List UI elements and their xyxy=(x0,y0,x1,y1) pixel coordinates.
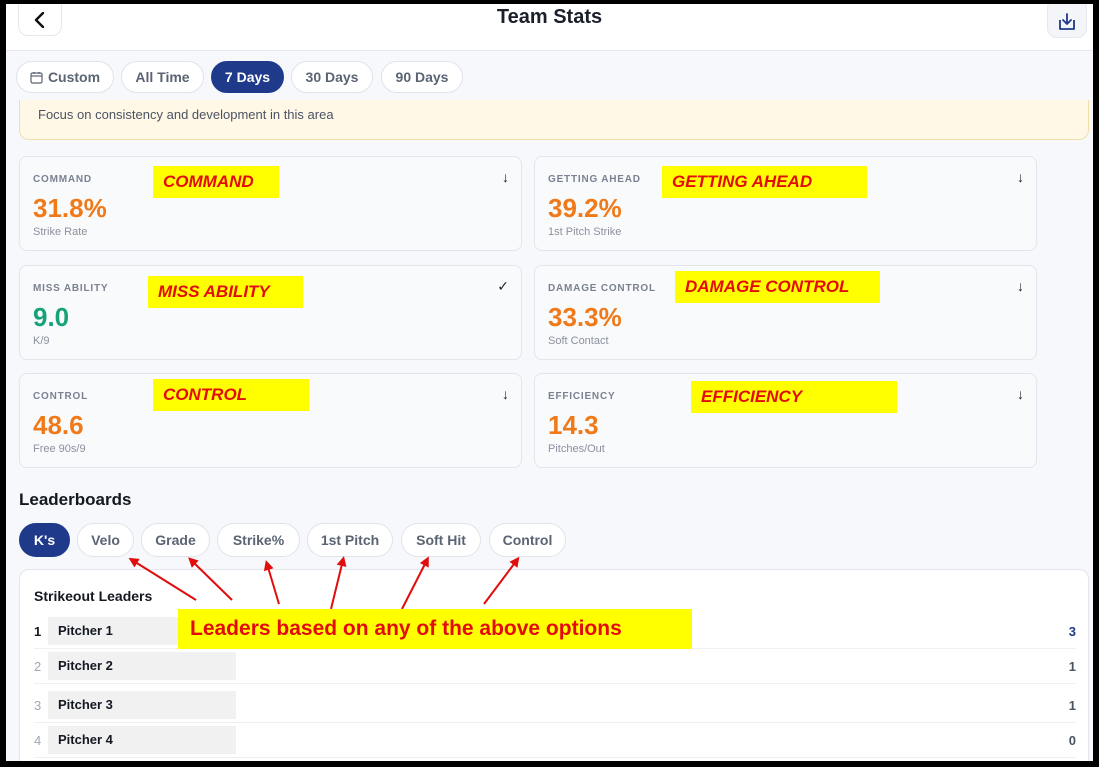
app-frame: Team Stats Custom All Time 7 Days 30 Day… xyxy=(6,4,1093,761)
arrow-to-soft-hit xyxy=(401,556,429,610)
arrow-to-strike-pct xyxy=(263,560,280,605)
arrow-to-control xyxy=(483,556,520,605)
arrow-to-velo xyxy=(128,557,197,601)
annotation-leaders: Leaders based on any of the above option… xyxy=(178,609,692,649)
arrow-to-first-pitch xyxy=(330,556,347,610)
arrow-to-grade xyxy=(188,557,233,601)
